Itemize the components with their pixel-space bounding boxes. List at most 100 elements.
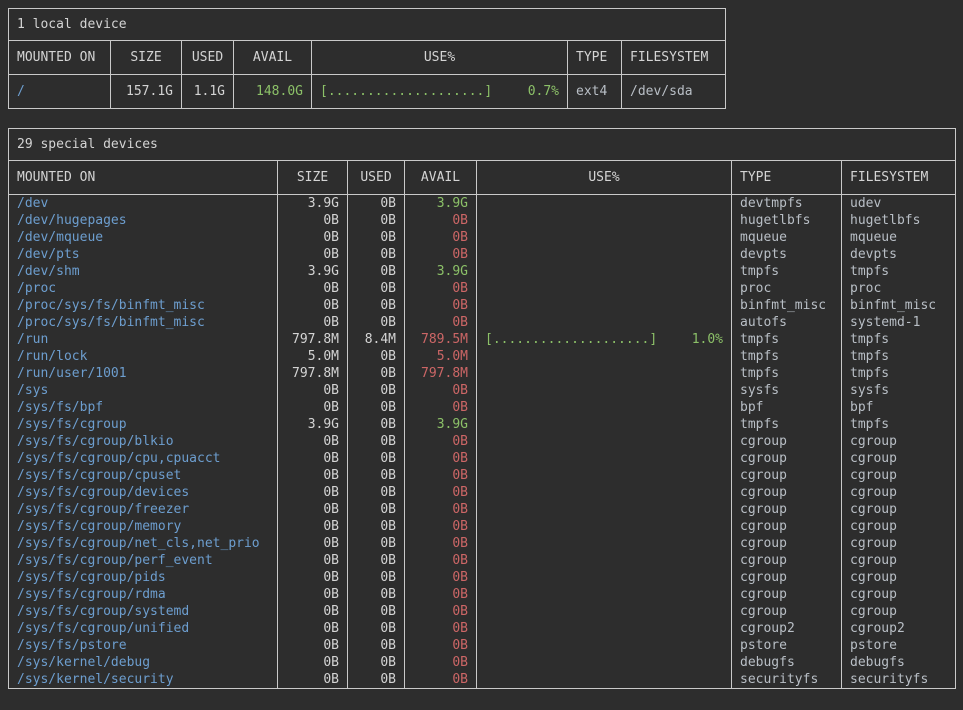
cell-type: cgroup bbox=[732, 450, 842, 467]
cell-size: 3.9G bbox=[278, 416, 348, 433]
cell-type: tmpfs bbox=[732, 416, 842, 433]
cell-size: 0B bbox=[278, 297, 348, 314]
cell-type: cgroup bbox=[732, 603, 842, 620]
cell-use-percent bbox=[477, 535, 732, 552]
cell-used: 0B bbox=[348, 569, 405, 586]
cell-filesystem: hugetlbfs bbox=[842, 212, 956, 229]
cell-avail: 0B bbox=[405, 654, 477, 671]
cell-mount-point: /sys/fs/cgroup/blkio bbox=[9, 433, 278, 450]
cell-avail: 0B bbox=[405, 229, 477, 246]
cell-avail: 0B bbox=[405, 450, 477, 467]
cell-size: 0B bbox=[278, 654, 348, 671]
cell-avail: 0B bbox=[405, 552, 477, 569]
cell-use-percent bbox=[477, 637, 732, 654]
cell-used: 0B bbox=[348, 297, 405, 314]
table-title: 1 local device bbox=[9, 9, 726, 41]
cell-avail: 797.8M bbox=[405, 365, 477, 382]
cell-size: 0B bbox=[278, 671, 348, 689]
cell-mount-point: /dev/shm bbox=[9, 263, 278, 280]
table-row: /run 797.8M 8.4M 789.5M [...............… bbox=[9, 331, 956, 348]
cell-use-percent bbox=[477, 365, 732, 382]
cell-mount-point: /proc/sys/fs/binfmt_misc bbox=[9, 297, 278, 314]
cell-avail: 0B bbox=[405, 501, 477, 518]
cell-use-percent bbox=[477, 229, 732, 246]
cell-avail: 789.5M bbox=[405, 331, 477, 348]
cell-use-percent bbox=[477, 654, 732, 671]
cell-mount-point: /sys/fs/cgroup/perf_event bbox=[9, 552, 278, 569]
column-header-type: TYPE bbox=[732, 161, 842, 195]
column-header-used: USED bbox=[182, 41, 234, 75]
cell-filesystem: tmpfs bbox=[842, 365, 956, 382]
cell-use-percent bbox=[477, 263, 732, 280]
cell-mount-point: /sys/fs/cgroup/pids bbox=[9, 569, 278, 586]
cell-filesystem: cgroup bbox=[842, 603, 956, 620]
cell-size: 0B bbox=[278, 212, 348, 229]
cell-filesystem: tmpfs bbox=[842, 416, 956, 433]
table-row: /sys/fs/cgroup/freezer 0B 0B 0B cgroup c… bbox=[9, 501, 956, 518]
cell-use-percent bbox=[477, 586, 732, 603]
table-row: /run/user/1001 797.8M 0B 797.8M tmpfs tm… bbox=[9, 365, 956, 382]
cell-filesystem: cgroup bbox=[842, 450, 956, 467]
cell-type: debugfs bbox=[732, 654, 842, 671]
cell-used: 0B bbox=[348, 552, 405, 569]
usage-percent: 0.7% bbox=[528, 83, 559, 100]
cell-use-percent bbox=[477, 212, 732, 229]
cell-use-percent bbox=[477, 433, 732, 450]
cell-type: cgroup bbox=[732, 467, 842, 484]
cell-avail: 148.0G bbox=[234, 75, 312, 109]
table-title: 29 special devices bbox=[9, 129, 956, 161]
cell-use-percent bbox=[477, 382, 732, 399]
cell-avail: 5.0M bbox=[405, 348, 477, 365]
cell-used: 0B bbox=[348, 654, 405, 671]
cell-type: cgroup bbox=[732, 569, 842, 586]
usage-bar: [....................] 0.7% bbox=[320, 83, 559, 100]
cell-size: 797.8M bbox=[278, 331, 348, 348]
cell-used: 0B bbox=[348, 348, 405, 365]
column-header-size: SIZE bbox=[111, 41, 182, 75]
table-row: /dev 3.9G 0B 3.9G devtmpfs udev bbox=[9, 195, 956, 213]
cell-filesystem: pstore bbox=[842, 637, 956, 654]
cell-avail: 0B bbox=[405, 314, 477, 331]
cell-use-percent bbox=[477, 246, 732, 263]
cell-used: 0B bbox=[348, 433, 405, 450]
cell-avail: 3.9G bbox=[405, 416, 477, 433]
cell-size: 0B bbox=[278, 552, 348, 569]
cell-mount-point: /proc/sys/fs/binfmt_misc bbox=[9, 314, 278, 331]
cell-size: 157.1G bbox=[111, 75, 182, 109]
cell-used: 0B bbox=[348, 399, 405, 416]
cell-size: 0B bbox=[278, 433, 348, 450]
cell-filesystem: cgroup bbox=[842, 433, 956, 450]
table-row: /sys/fs/cgroup/cpu,cpuacct 0B 0B 0B cgro… bbox=[9, 450, 956, 467]
cell-type: cgroup2 bbox=[732, 620, 842, 637]
cell-size: 0B bbox=[278, 484, 348, 501]
cell-filesystem: cgroup bbox=[842, 535, 956, 552]
cell-avail: 0B bbox=[405, 280, 477, 297]
cell-avail: 0B bbox=[405, 467, 477, 484]
cell-filesystem: sysfs bbox=[842, 382, 956, 399]
cell-avail: 0B bbox=[405, 399, 477, 416]
cell-used: 0B bbox=[348, 501, 405, 518]
cell-avail: 3.9G bbox=[405, 263, 477, 280]
cell-mount-point: /sys/fs/cgroup/unified bbox=[9, 620, 278, 637]
cell-mount-point: /dev/pts bbox=[9, 246, 278, 263]
special-devices-table: 29 special devices MOUNTED ON SIZE USED … bbox=[8, 128, 956, 689]
cell-type: cgroup bbox=[732, 518, 842, 535]
cell-size: 0B bbox=[278, 229, 348, 246]
cell-used: 0B bbox=[348, 246, 405, 263]
table-row: / 157.1G 1.1G 148.0G [..................… bbox=[9, 75, 726, 109]
cell-size: 0B bbox=[278, 586, 348, 603]
table-title-row: 1 local device bbox=[9, 9, 726, 41]
cell-size: 0B bbox=[278, 569, 348, 586]
cell-size: 0B bbox=[278, 518, 348, 535]
cell-use-percent: [....................] 1.0% bbox=[477, 331, 732, 348]
cell-mount-point: /run bbox=[9, 331, 278, 348]
cell-filesystem: cgroup bbox=[842, 501, 956, 518]
cell-size: 0B bbox=[278, 399, 348, 416]
cell-type: autofs bbox=[732, 314, 842, 331]
cell-type: pstore bbox=[732, 637, 842, 654]
cell-filesystem: systemd-1 bbox=[842, 314, 956, 331]
column-header-mounted-on: MOUNTED ON bbox=[9, 161, 278, 195]
cell-used: 8.4M bbox=[348, 331, 405, 348]
table-row: /run/lock 5.0M 0B 5.0M tmpfs tmpfs bbox=[9, 348, 956, 365]
cell-avail: 0B bbox=[405, 586, 477, 603]
